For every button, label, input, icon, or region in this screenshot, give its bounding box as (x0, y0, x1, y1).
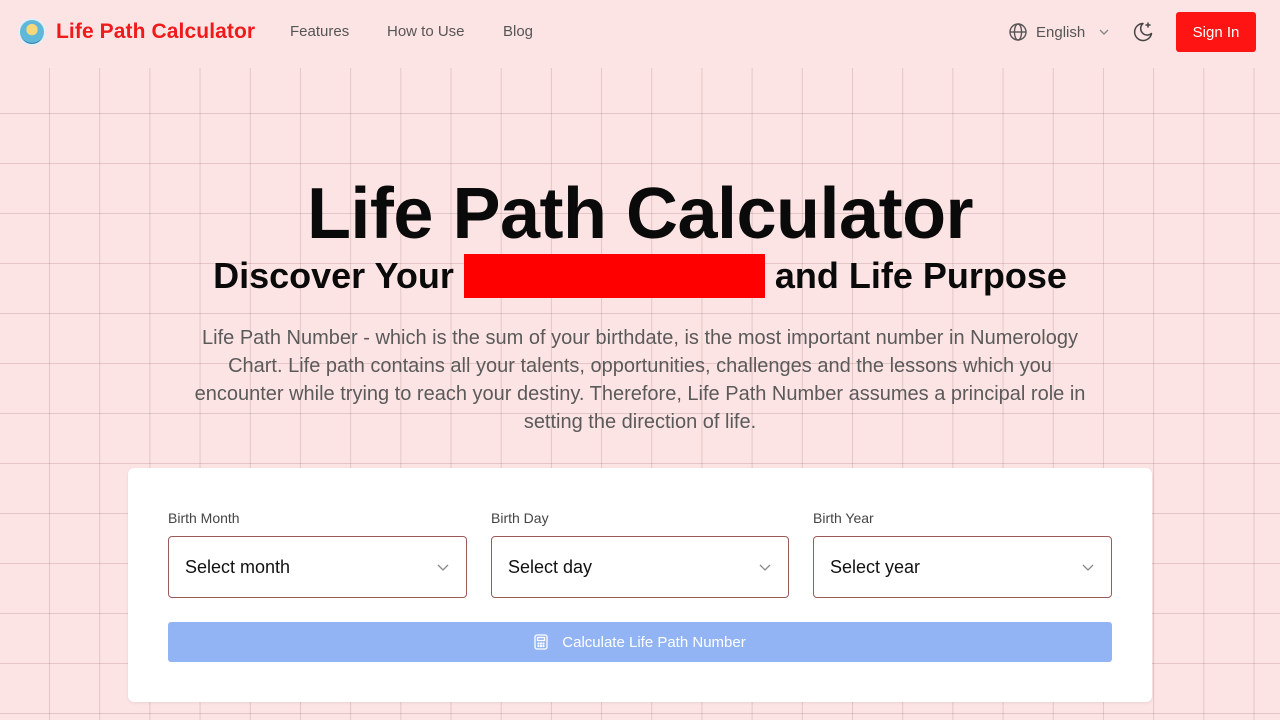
sign-in-button[interactable]: Sign In (1176, 12, 1256, 52)
chevron-down-icon (759, 564, 771, 571)
nav-features[interactable]: Features (290, 23, 349, 40)
hero-description: Life Path Number - which is the sum of y… (194, 327, 1086, 433)
chevron-down-icon (1099, 29, 1109, 35)
calculator-icon (534, 634, 548, 650)
moon-sparkle-icon (1133, 22, 1153, 42)
birth-month-select[interactable]: Select month (168, 536, 467, 598)
theme-toggle-button[interactable] (1131, 20, 1155, 44)
birth-day-select[interactable]: Select day (491, 536, 789, 598)
hero-subtitle: Discover Your and Life Purpose (0, 254, 1280, 298)
nav-how-to-use[interactable]: How to Use (387, 23, 465, 40)
brand-name[interactable]: Life Path Calculator (56, 20, 255, 44)
globe-icon (1009, 23, 1027, 41)
chevron-down-icon (437, 564, 449, 571)
subtitle-start: Discover Your (213, 255, 454, 296)
birth-year-select[interactable]: Select year (813, 536, 1112, 598)
subtitle-end: and Life Purpose (774, 255, 1067, 296)
birth-year-label: Birth Year (813, 510, 874, 526)
birth-month-value: Select month (185, 556, 291, 577)
calculator-card: Birth Month Select month Birth Day Selec… (128, 468, 1152, 702)
language-selector[interactable]: English (1008, 22, 1111, 42)
chevron-down-icon (1082, 564, 1094, 571)
birth-day-value: Select day (508, 556, 593, 577)
language-label: English (1036, 23, 1086, 41)
logo-icon[interactable] (18, 18, 46, 46)
calculate-label: Calculate Life Path Number (562, 633, 746, 651)
birth-month-label: Birth Month (168, 510, 240, 526)
top-navbar: Life Path Calculator Features How to Use… (0, 0, 1280, 64)
calculate-button[interactable]: Calculate Life Path Number (168, 622, 1112, 662)
nav-blog[interactable]: Blog (503, 23, 533, 40)
page-title: Life Path Calculator (306, 174, 974, 254)
birth-year-value: Select year (830, 556, 921, 577)
highlight-box (463, 254, 765, 298)
birth-day-label: Birth Day (491, 510, 549, 526)
